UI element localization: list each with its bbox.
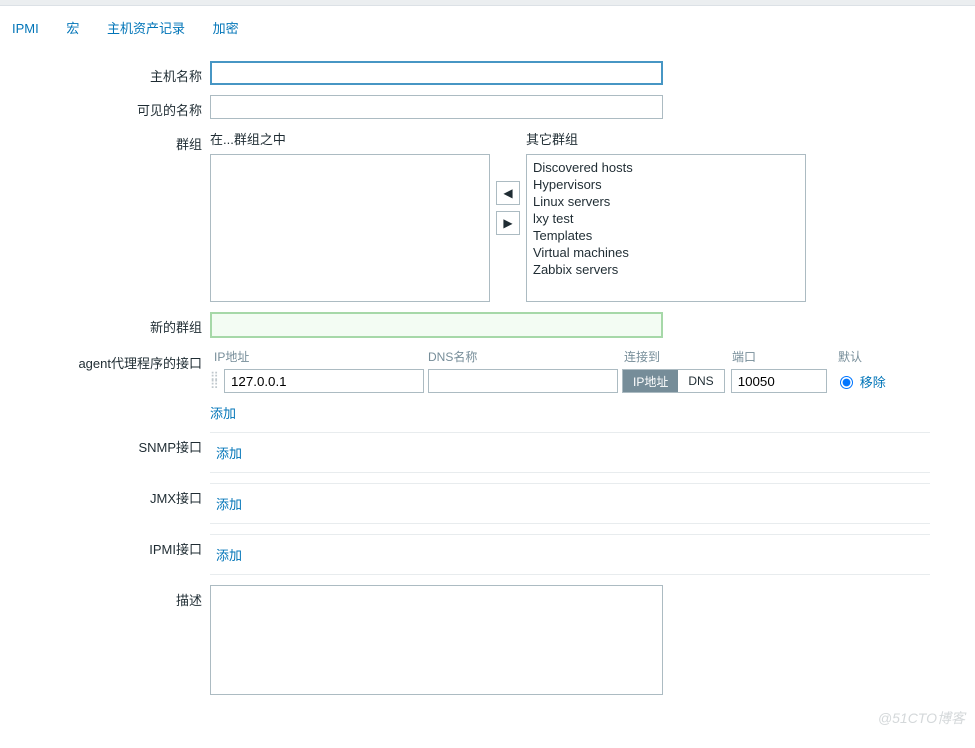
default-if-radio[interactable] bbox=[840, 376, 853, 389]
list-item[interactable]: Zabbix servers bbox=[531, 261, 801, 278]
hostname-input[interactable] bbox=[210, 61, 663, 85]
agent-port-input[interactable] bbox=[731, 369, 827, 393]
label-hostname: 主机名称 bbox=[0, 61, 210, 85]
label-groups: 群组 bbox=[0, 129, 210, 153]
connect-to-dns[interactable]: DNS bbox=[678, 370, 723, 392]
label-visiblename: 可见的名称 bbox=[0, 95, 210, 119]
other-groups-listbox[interactable]: Discovered hostsHypervisorsLinux servers… bbox=[526, 154, 806, 302]
col-conn: 连接到 bbox=[624, 348, 732, 365]
list-item[interactable]: Discovered hosts bbox=[531, 159, 801, 176]
label-agent-if: agent代理程序的接口 bbox=[0, 348, 210, 372]
connect-to-segment: IP地址 DNS bbox=[622, 369, 725, 393]
add-snmp-if-link[interactable]: 添加 bbox=[216, 446, 242, 461]
col-dns: DNS名称 bbox=[428, 348, 624, 365]
label-newgroup: 新的群组 bbox=[0, 312, 210, 336]
label-other-groups: 其它群组 bbox=[526, 129, 806, 148]
label-description: 描述 bbox=[0, 585, 210, 609]
col-def: 默认 bbox=[838, 348, 898, 365]
tab-bar: IPMI 宏 主机资产记录 加密 bbox=[0, 6, 975, 51]
newgroup-input[interactable] bbox=[210, 312, 663, 338]
tab-ipmi[interactable]: IPMI bbox=[0, 15, 51, 42]
col-ip: IP地址 bbox=[210, 348, 428, 365]
move-right-button[interactable]: ▶ bbox=[496, 211, 520, 235]
add-ipmi-if-link[interactable]: 添加 bbox=[216, 548, 242, 563]
list-item[interactable]: Virtual machines bbox=[531, 244, 801, 261]
list-item[interactable]: Linux servers bbox=[531, 193, 801, 210]
add-agent-if-link[interactable]: 添加 bbox=[210, 406, 236, 421]
move-left-button[interactable]: ◀ bbox=[496, 181, 520, 205]
list-item[interactable]: lxy test bbox=[531, 210, 801, 227]
tab-encryption[interactable]: 加密 bbox=[201, 12, 251, 43]
agent-ip-input[interactable] bbox=[224, 369, 424, 393]
label-in-groups: 在...群组之中 bbox=[210, 129, 490, 148]
in-groups-listbox[interactable] bbox=[210, 154, 490, 302]
agent-dns-input[interactable] bbox=[428, 369, 618, 393]
tab-inventory[interactable]: 主机资产记录 bbox=[95, 12, 197, 43]
visiblename-input[interactable] bbox=[210, 95, 663, 119]
connect-to-ip[interactable]: IP地址 bbox=[623, 370, 678, 392]
list-item[interactable]: Hypervisors bbox=[531, 176, 801, 193]
col-port: 端口 bbox=[732, 348, 838, 365]
remove-if-link[interactable]: 移除 bbox=[860, 372, 886, 391]
label-ipmi-if: IPMI接口 bbox=[0, 534, 210, 558]
label-snmp-if: SNMP接口 bbox=[0, 432, 210, 456]
add-jmx-if-link[interactable]: 添加 bbox=[216, 497, 242, 512]
description-textarea[interactable] bbox=[210, 585, 663, 695]
watermark: @51CTO博客 bbox=[878, 708, 965, 728]
list-item[interactable]: Templates bbox=[531, 227, 801, 244]
label-jmx-if: JMX接口 bbox=[0, 483, 210, 507]
tab-macros[interactable]: 宏 bbox=[54, 12, 91, 43]
drag-handle-icon[interactable]: ⠿⠿ bbox=[210, 373, 220, 389]
